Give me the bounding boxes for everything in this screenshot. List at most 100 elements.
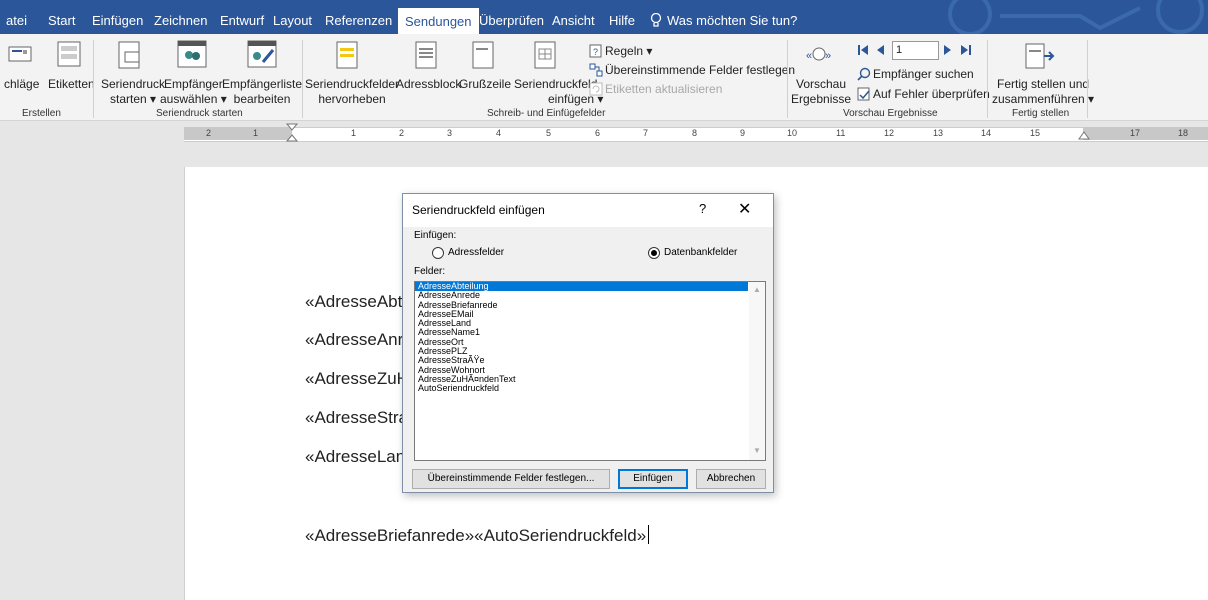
right-indent-marker-icon[interactable] — [1078, 131, 1090, 141]
group-label-finish: Fertig stellen — [1012, 108, 1070, 119]
merge-field-line[interactable]: «AdresseAbte — [305, 292, 412, 312]
tell-me-box[interactable]: Was möchten Sie tun? — [650, 7, 797, 34]
radio-database-fields[interactable] — [648, 247, 660, 259]
merge-field-final-line[interactable]: «AdresseBriefanrede»«AutoSeriendruckfeld… — [305, 525, 650, 546]
close-button[interactable]: ✕ — [738, 199, 751, 219]
fields-listbox[interactable]: AdresseAbteilung AdresseAnrede AdresseBr… — [414, 281, 766, 461]
radio-address-fields-label[interactable]: Adressfelder — [448, 247, 504, 258]
match-fields-button[interactable]: Übereinstimmende Felder festlegen — [605, 63, 795, 78]
edit-recipient-list-label-2: bearbeiten — [233, 92, 291, 106]
start-merge-button[interactable]: Seriendruck starten ▾ — [101, 77, 165, 107]
horizontal-ruler[interactable]: 2 1 1 2 3 4 5 6 7 8 9 10 11 12 13 14 15 … — [0, 121, 1208, 144]
select-recipients-label-1: Empfänger — [164, 77, 223, 91]
text-cursor — [648, 525, 650, 544]
rules-button[interactable]: Regeln ▾ — [605, 44, 652, 59]
tab-insert[interactable]: Einfügen — [92, 7, 143, 34]
ruler-number: 1 — [253, 128, 259, 138]
ruler-number: 4 — [496, 128, 502, 138]
tab-start[interactable]: Start — [48, 7, 75, 34]
tab-layout[interactable]: Layout — [273, 7, 312, 34]
find-recipient-button[interactable]: Empfänger suchen — [873, 67, 974, 82]
envelope-icon — [8, 46, 32, 62]
ruler-number: 11 — [836, 128, 846, 138]
ruler-number: 9 — [740, 128, 746, 138]
scroll-down-icon[interactable]: ▼ — [753, 446, 761, 455]
match-fields-icon — [589, 63, 603, 77]
group-label-preview: Vorschau Ergebnisse — [843, 108, 938, 119]
tab-file[interactable]: atei — [6, 7, 27, 34]
list-item[interactable]: AdresseName1 — [415, 328, 765, 338]
address-block-button[interactable]: Adressblock — [396, 77, 461, 92]
start-merge-icon — [118, 41, 140, 69]
envelopes-button[interactable]: chläge — [4, 77, 39, 92]
ruler-number: 2 — [399, 128, 405, 138]
highlight-fields-button[interactable]: Seriendruckfelder hervorheben — [305, 77, 399, 107]
ribbon-mailings: chläge Etiketten Erstellen Seriendruck st… — [0, 34, 1208, 121]
tab-help[interactable]: Hilfe — [609, 7, 635, 34]
merge-field-line[interactable]: «AdresseAnre — [305, 330, 413, 350]
labels-icon — [57, 41, 81, 67]
select-recipients-button[interactable]: Empfänger auswählen ▾ — [160, 77, 227, 107]
greeting-line-button[interactable]: Grußzeile — [459, 77, 511, 92]
tab-references[interactable]: Referenzen — [325, 7, 392, 34]
listbox-scrollbar[interactable]: ▲ ▼ — [749, 282, 765, 460]
update-labels-button[interactable]: Etiketten aktualisieren — [605, 82, 722, 97]
ruler-right-margin — [1083, 127, 1208, 140]
final-line-text: «AdresseBriefanrede»«AutoSeriendruckfeld… — [305, 526, 647, 545]
check-errors-icon — [857, 87, 870, 101]
preview-results-label-2: Ergebnisse — [791, 92, 852, 106]
help-button[interactable]: ? — [699, 201, 706, 216]
labels-button[interactable]: Etiketten — [48, 77, 95, 92]
ruler-number: 2 — [206, 128, 212, 138]
group-label-write-insert: Schreib- und Einfügefelder — [487, 108, 606, 119]
tab-review[interactable]: Überprüfen — [479, 7, 544, 34]
merge-field-line[interactable]: «AdresseStra — [305, 408, 408, 428]
edit-recipient-list-label-1: Empfängerliste — [222, 77, 303, 91]
group-separator — [1087, 40, 1088, 118]
svg-text:?: ? — [593, 47, 598, 57]
tab-view[interactable]: Ansicht — [552, 7, 595, 34]
finish-merge-label-2: zusammenführen ▾ — [992, 92, 1095, 106]
radio-address-fields[interactable] — [432, 247, 444, 259]
group-separator — [93, 40, 94, 118]
dialog-title-bar: Seriendruckfeld einfügen ? ✕ — [403, 194, 773, 227]
tab-design[interactable]: Entwurf — [220, 7, 264, 34]
insert-merge-field-icon — [534, 41, 556, 69]
scroll-up-icon[interactable]: ▲ — [753, 285, 761, 294]
group-label-create: Erstellen — [22, 108, 61, 119]
merge-field-line[interactable]: «AdresseLand — [305, 447, 415, 467]
svg-text:«: « — [806, 50, 812, 62]
group-separator — [787, 40, 788, 118]
merge-field-line[interactable]: «AdresseZuH — [305, 369, 409, 389]
group-separator — [987, 40, 988, 118]
ruler-number: 8 — [692, 128, 698, 138]
tab-mailings[interactable]: Sendungen — [398, 8, 479, 34]
group-label-start-merge: Seriendruck starten — [156, 108, 243, 119]
cancel-button[interactable]: Abbrechen — [696, 469, 766, 489]
ruler-left-margin — [184, 127, 292, 140]
select-recipients-icon — [177, 40, 207, 68]
ruler-number: 3 — [447, 128, 453, 138]
insert-button[interactable]: Einfügen — [618, 469, 688, 489]
next-record-icon[interactable] — [943, 44, 953, 56]
radio-database-fields-label[interactable]: Datenbankfelder — [664, 247, 737, 258]
select-recipients-label-2: auswählen ▾ — [160, 92, 227, 106]
ruler-number: 12 — [884, 128, 895, 138]
tab-draw[interactable]: Zeichnen — [154, 7, 207, 34]
last-record-icon[interactable] — [960, 44, 972, 56]
indent-marker-icon[interactable] — [286, 123, 298, 143]
insert-label: Einfügen: — [414, 230, 457, 241]
match-fields-dialog-button[interactable]: Übereinstimmende Felder festlegen... — [412, 469, 610, 489]
preview-results-button[interactable]: Vorschau Ergebnisse — [791, 77, 851, 107]
lightbulb-icon — [650, 13, 662, 27]
list-item[interactable]: AutoSeriendruckfeld — [415, 383, 765, 393]
finish-merge-button[interactable]: Fertig stellen und zusammenführen ▾ — [992, 77, 1094, 107]
start-merge-label-1: Seriendruck — [101, 77, 166, 91]
record-number-input[interactable]: 1 — [892, 41, 939, 60]
insert-merge-field-dialog: Seriendruckfeld einfügen ? ✕ Einfügen: A… — [402, 193, 774, 493]
previous-record-icon[interactable] — [876, 44, 886, 56]
first-record-icon[interactable] — [857, 44, 869, 56]
ruler-number: 17 — [1130, 128, 1141, 138]
check-errors-button[interactable]: Auf Fehler überprüfen — [873, 87, 990, 102]
edit-recipient-list-button[interactable]: Empfängerliste bearbeiten — [222, 77, 302, 107]
